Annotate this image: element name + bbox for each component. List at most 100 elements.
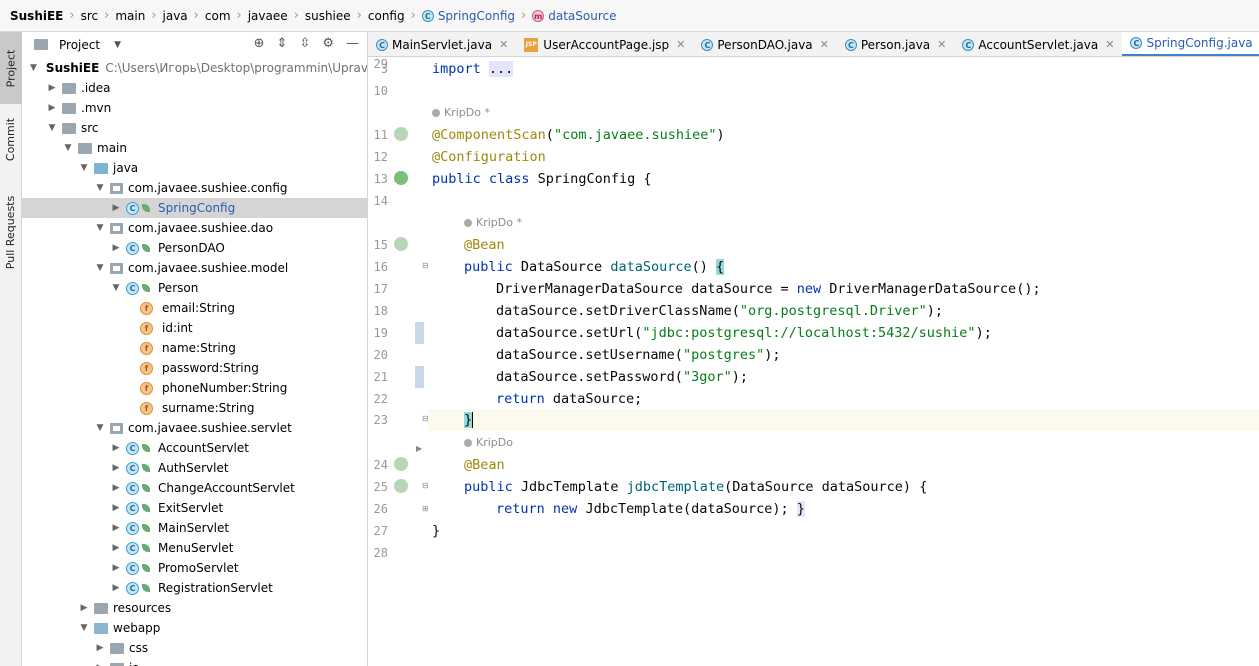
line-number[interactable]: 10 <box>368 84 388 98</box>
minimize-icon[interactable]: — <box>346 36 359 51</box>
line-number[interactable]: 20 <box>368 348 388 362</box>
close-icon[interactable]: ✕ <box>937 38 946 51</box>
tree-item-class-changeaccountservlet[interactable]: ▶ C ChangeAccountServlet <box>22 478 367 498</box>
chevron-down-icon[interactable]: ▼ <box>110 283 122 293</box>
tree-item-folder-java[interactable]: ▼ java <box>22 158 367 178</box>
tree-item-field-surname[interactable]: f surname:String <box>22 398 367 418</box>
close-icon[interactable]: ✕ <box>676 38 685 51</box>
chevron-down-icon[interactable]: ▼ <box>94 263 106 273</box>
tool-tab-pull-requests[interactable]: Pull Requests <box>0 182 22 282</box>
tool-tab-commit[interactable]: Commit <box>0 108 22 170</box>
breadcrumb-item-project[interactable]: SushiEE <box>10 9 63 23</box>
line-number[interactable]: 12 <box>368 150 388 164</box>
locate-icon[interactable]: ⊕ <box>254 36 265 51</box>
tree-item-field-name[interactable]: f name:String <box>22 338 367 358</box>
tree-item-class-springconfig[interactable]: ▶ C SpringConfig <box>22 198 367 218</box>
tree-item-class-exitservlet[interactable]: ▶ C ExitServlet <box>22 498 367 518</box>
tree-item-folder-mvn[interactable]: ▶ .mvn <box>22 98 367 118</box>
tree-item-package-servlet[interactable]: ▼ com.javaee.sushiee.servlet <box>22 418 367 438</box>
vcs-change-marker[interactable] <box>415 366 424 388</box>
chevron-right-icon[interactable]: ▶ <box>110 503 122 513</box>
tree-item-class-mainservlet[interactable]: ▶ C MainServlet <box>22 518 367 538</box>
spring-bean-gutter-icon[interactable] <box>394 479 408 493</box>
breadcrumb-item-datasource[interactable]: m dataSource <box>532 9 617 23</box>
tree-item-folder-idea[interactable]: ▶ .idea <box>22 78 367 98</box>
line-number[interactable]: 21 <box>368 370 388 384</box>
author-hint[interactable]: KripDo <box>464 432 513 454</box>
line-number[interactable]: 14 <box>368 194 388 208</box>
tool-tab-project[interactable]: Project <box>0 32 22 104</box>
editor-tab[interactable]: C Person.java ✕ <box>837 32 955 56</box>
tree-item-folder-js[interactable]: ▶js <box>22 658 367 666</box>
chevron-right-icon[interactable]: ▶ <box>78 603 90 613</box>
spring-bean-gutter-icon[interactable] <box>394 127 408 141</box>
chevron-down-icon[interactable]: ▼ <box>46 123 58 133</box>
editor-tab[interactable]: C AccountServlet.java ✕ <box>954 32 1122 56</box>
spring-bean-gutter-icon[interactable] <box>394 171 408 185</box>
tree-item-field-id[interactable]: f id:int <box>22 318 367 338</box>
chevron-down-icon[interactable]: ▼ <box>114 40 121 50</box>
tree-item-class-person[interactable]: ▼ C Person <box>22 278 367 298</box>
breadcrumb-item-src[interactable]: src <box>81 9 99 23</box>
chevron-right-icon[interactable]: ▶ <box>46 103 58 113</box>
code-editor[interactable]: import ... KripDo * @ComponentScan("com.… <box>428 57 1259 666</box>
breadcrumb-item-config[interactable]: config <box>368 9 405 23</box>
breadcrumb-item-springconfig[interactable]: C SpringConfig <box>421 9 515 23</box>
line-number[interactable]: 29 <box>368 57 388 71</box>
chevron-down-icon[interactable]: ▼ <box>30 63 37 73</box>
tree-item-class-accountservlet[interactable]: ▶ C AccountServlet <box>22 438 367 458</box>
tree-item-class-authservlet[interactable]: ▶ C AuthServlet <box>22 458 367 478</box>
tree-item-package-model[interactable]: ▼ com.javaee.sushiee.model <box>22 258 367 278</box>
chevron-right-icon[interactable]: ▶ <box>110 543 122 553</box>
breadcrumb-item-main[interactable]: main <box>115 9 145 23</box>
line-number[interactable]: 11 <box>368 128 388 142</box>
author-hint[interactable]: KripDo * <box>432 102 490 124</box>
project-panel-title[interactable]: Project <box>59 38 100 52</box>
tree-item-folder-webapp[interactable]: ▼ webapp <box>22 618 367 638</box>
spring-bean-gutter-icon[interactable] <box>394 237 408 251</box>
chevron-down-icon[interactable]: ▼ <box>78 623 90 633</box>
spring-bean-gutter-icon[interactable] <box>394 457 408 471</box>
collapse-all-icon[interactable]: ⇳ <box>299 36 310 51</box>
tree-item-folder-resources[interactable]: ▶ resources <box>22 598 367 618</box>
tree-item-project-root[interactable]: ▼ SushiEE C:\Users\Игорь\Desktop\programmi… <box>22 58 367 78</box>
line-number[interactable]: 19 <box>368 326 388 340</box>
tree-item-folder-main[interactable]: ▼ main <box>22 138 367 158</box>
line-number[interactable]: 27 <box>368 524 388 538</box>
tree-item-package-dao[interactable]: ▼ com.javaee.sushiee.dao <box>22 218 367 238</box>
tree-item-folder-css[interactable]: ▶ css <box>22 638 367 658</box>
vcs-change-marker[interactable] <box>415 322 424 344</box>
line-number[interactable]: 26 <box>368 502 388 516</box>
chevron-down-icon[interactable]: ▼ <box>94 423 106 433</box>
chevron-right-icon[interactable]: ▶ <box>46 83 58 93</box>
breadcrumb-item-sushiee[interactable]: sushiee <box>305 9 351 23</box>
chevron-right-icon[interactable]: ▶ <box>110 523 122 533</box>
tree-item-class-registrationservlet[interactable]: ▶ C RegistrationServlet <box>22 578 367 598</box>
line-number[interactable]: 24 <box>368 458 388 472</box>
tree-item-field-phonenumber[interactable]: f phoneNumber:String <box>22 378 367 398</box>
breadcrumb-item-com[interactable]: com <box>205 9 231 23</box>
close-icon[interactable]: ✕ <box>499 38 508 51</box>
line-number[interactable]: 23 <box>368 413 388 427</box>
import-fold[interactable]: ... <box>488 61 514 77</box>
editor-tab[interactable]: JSP UserAccountPage.jsp ✕ <box>516 32 693 56</box>
gear-icon[interactable]: ⚙ <box>322 36 334 51</box>
chevron-right-icon[interactable]: ▶ <box>110 563 122 573</box>
tree-item-class-menuservlet[interactable]: ▶ C MenuServlet <box>22 538 367 558</box>
editor-tab[interactable]: C MainServlet.java ✕ <box>368 32 516 56</box>
close-icon[interactable]: ✕ <box>820 38 829 51</box>
breadcrumb-item-java[interactable]: java <box>163 9 188 23</box>
chevron-down-icon[interactable]: ▼ <box>94 183 106 193</box>
tree-item-class-persondao[interactable]: ▶ C PersonDAO <box>22 238 367 258</box>
chevron-right-icon[interactable]: ▶ <box>110 243 122 253</box>
line-number[interactable]: 28 <box>368 546 388 560</box>
editor-tab[interactable]: CSpringConfig.java✕ <box>1122 32 1259 56</box>
fold-icon[interactable]: ▶ <box>416 444 422 453</box>
author-hint[interactable]: KripDo * <box>464 212 522 234</box>
tree-item-folder-src[interactable]: ▼ src <box>22 118 367 138</box>
tree-item-field-password[interactable]: f password:String <box>22 358 367 378</box>
tree-item-field-email[interactable]: f email:String <box>22 298 367 318</box>
editor-tab[interactable]: C PersonDAO.java ✕ <box>693 32 837 56</box>
line-number[interactable]: 13 <box>368 172 388 186</box>
line-number[interactable]: 22 <box>368 392 388 406</box>
